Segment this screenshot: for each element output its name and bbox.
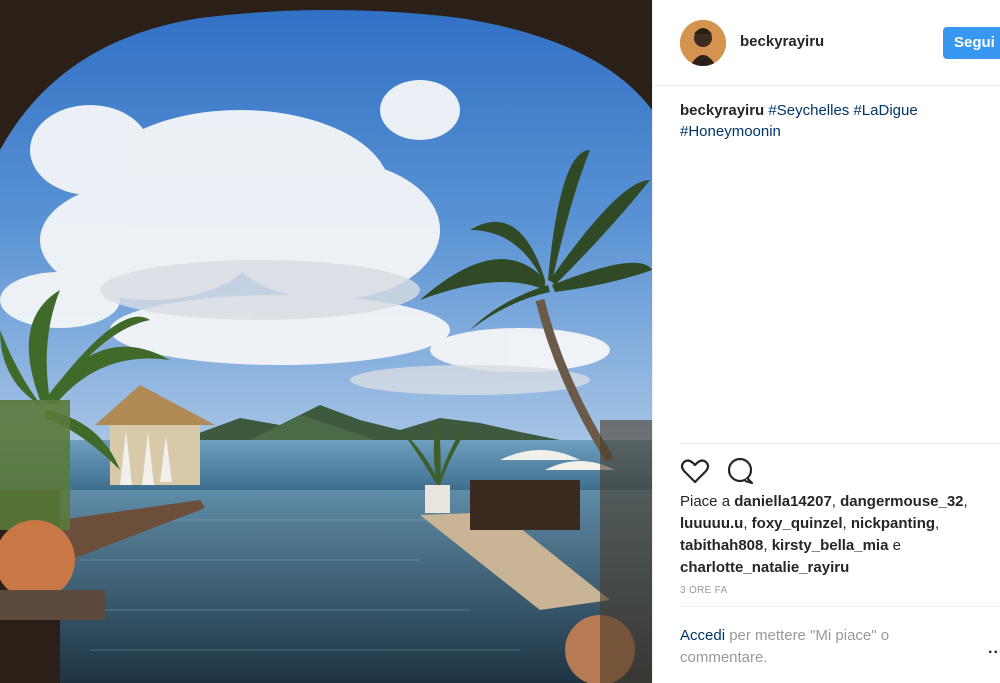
hashtag-honeymoonin[interactable]: #Honeymoonin [680, 123, 781, 140]
likes-prefix: Piace a [680, 493, 731, 510]
liker-username[interactable]: daniella14207 [734, 493, 832, 510]
liker-username[interactable]: tabithah808 [680, 537, 763, 554]
login-divider [680, 606, 1000, 607]
avatar-image [680, 20, 726, 66]
liker-username[interactable]: kirsty_bella_mia [772, 537, 889, 554]
post-photo[interactable] [0, 0, 652, 683]
post-caption: beckyrayiru #Seychelles #LaDigue #Honeym… [680, 100, 980, 142]
actions-divider [680, 443, 1000, 444]
post-details-panel: beckyrayiru Segui beckyrayiru #Seychelle… [652, 0, 1000, 683]
comment-bubble-icon[interactable] [725, 456, 755, 486]
post-author-username[interactable]: beckyrayiru [740, 33, 824, 50]
liker-username[interactable]: luuuuu.u [680, 515, 743, 532]
login-link[interactable]: Accedi [680, 627, 725, 644]
liker-username[interactable]: foxy_quinzel [752, 515, 843, 532]
likes-conjunction: e [892, 537, 901, 554]
hashtag-ladigue[interactable]: #LaDigue [853, 102, 917, 119]
seychelles-pool-photo [0, 0, 652, 683]
caption-username[interactable]: beckyrayiru [680, 102, 764, 119]
liker-username[interactable]: charlotte_natalie_rayiru [680, 559, 849, 576]
more-options-icon[interactable]: ... [988, 640, 1000, 658]
heart-icon[interactable] [680, 456, 710, 486]
liker-username[interactable]: dangermouse_32 [840, 493, 963, 510]
post-header: beckyrayiru Segui [653, 0, 1000, 86]
post-timestamp[interactable]: 3 ORE FA [680, 585, 727, 596]
avatar[interactable] [680, 20, 726, 66]
follow-button[interactable]: Segui [943, 27, 1000, 59]
login-prompt: Accedi per mettere "Mi piace" o commenta… [680, 625, 950, 669]
likes-summary: Piace a daniella14207, dangermouse_32, l… [680, 493, 968, 576]
hashtag-seychelles[interactable]: #Seychelles [768, 102, 849, 119]
liker-username[interactable]: nickpanting [851, 515, 935, 532]
